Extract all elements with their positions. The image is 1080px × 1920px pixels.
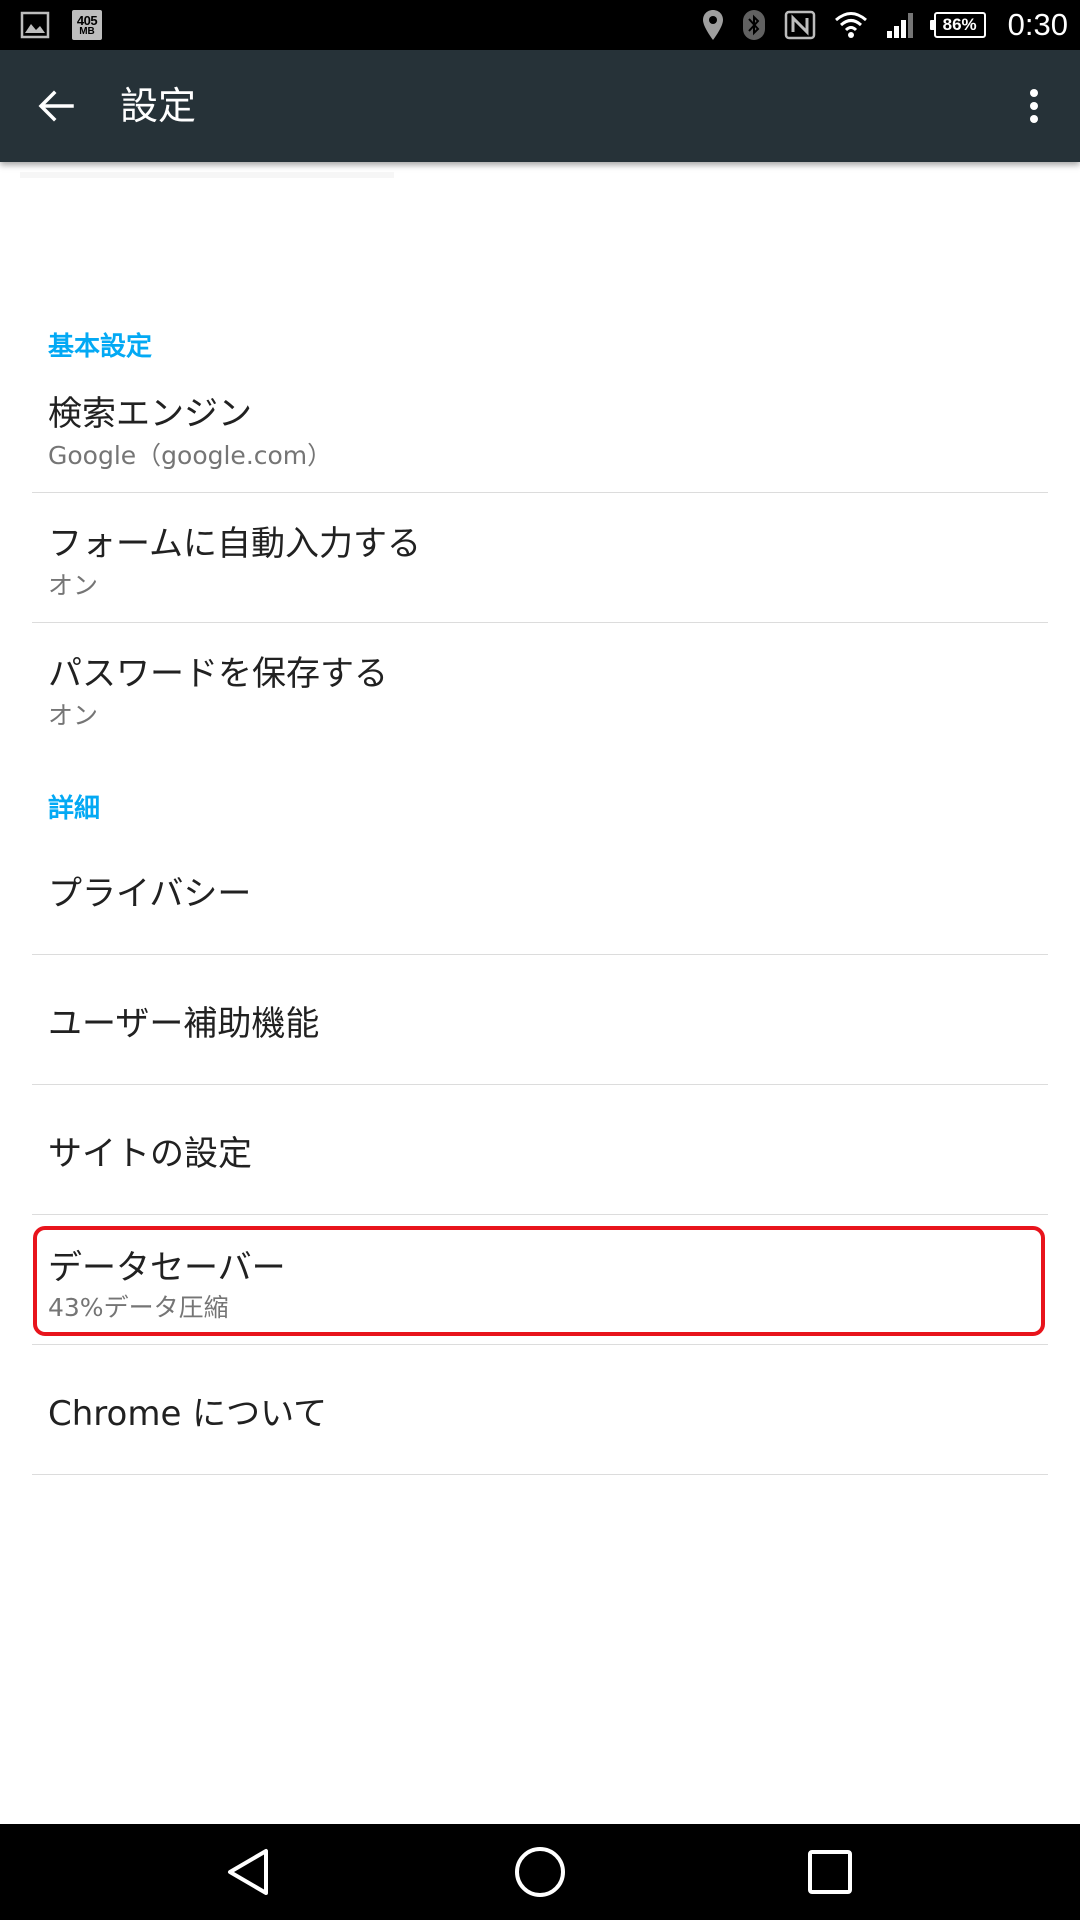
navigation-bar — [0, 1824, 1080, 1920]
more-vert-icon — [1030, 89, 1038, 123]
battery-percent: 86% — [942, 15, 977, 34]
nfc-icon — [784, 10, 815, 40]
image-icon — [20, 11, 50, 39]
nav-back-button[interactable] — [208, 1838, 288, 1906]
location-icon — [702, 10, 723, 40]
nav-recents-button[interactable] — [790, 1838, 870, 1906]
list-item-autofill[interactable]: フォームに自動入力する オン — [32, 508, 1048, 622]
item-subtitle: オン — [48, 571, 99, 600]
list-item-site-settings[interactable]: サイトの設定 — [32, 1100, 1048, 1214]
arrow-back-icon — [38, 90, 74, 122]
back-button[interactable] — [28, 78, 84, 134]
bluetooth-icon — [742, 10, 765, 40]
section-header-basic: 基本設定 — [48, 332, 153, 362]
nav-home-button[interactable] — [500, 1838, 580, 1906]
ghost-divider — [20, 172, 394, 178]
recents-square-icon — [808, 1850, 852, 1894]
overflow-menu-button[interactable] — [1006, 78, 1062, 134]
item-title: サイトの設定 — [48, 1134, 252, 1174]
list-item-about-chrome[interactable]: Chrome について — [32, 1360, 1048, 1474]
divider — [32, 1474, 1048, 1475]
item-subtitle: 43%データ圧縮 — [48, 1293, 229, 1322]
item-title: フォームに自動入力する — [48, 524, 421, 564]
item-title: Chrome について — [48, 1394, 328, 1434]
status-bar: 405 MB 86% 0:30 — [0, 0, 1080, 50]
divider — [32, 1214, 1048, 1215]
status-time: 0:30 — [1007, 7, 1068, 42]
page-title: 設定 — [120, 84, 197, 128]
divider — [32, 622, 1048, 623]
toolbar: 設定 — [0, 50, 1080, 162]
item-title: パスワードを保存する — [48, 654, 388, 694]
divider — [32, 1344, 1048, 1345]
list-item-save-passwords[interactable]: パスワードを保存する オン — [32, 638, 1048, 752]
data-usage-unit: MB — [79, 25, 95, 37]
back-triangle-icon — [228, 1849, 268, 1895]
item-title: プライバシー — [48, 874, 252, 914]
data-usage-icon: 405 MB — [72, 10, 102, 40]
settings-screen: 405 MB 86% 0:30 設定 基本設定 検索エンジン Google（go… — [0, 0, 1080, 1920]
item-subtitle: Google（google.com） — [48, 441, 333, 470]
item-title: 検索エンジン — [48, 394, 252, 434]
item-title: ユーザー補助機能 — [48, 1004, 320, 1044]
status-right-icons: 86% 0:30 — [702, 0, 1068, 50]
data-usage-number: 405 — [76, 12, 98, 28]
divider — [32, 492, 1048, 493]
battery-icon: 86% — [929, 12, 986, 38]
divider — [32, 1084, 1048, 1085]
item-subtitle: オン — [48, 701, 99, 730]
status-left-icons: 405 MB — [20, 8, 102, 42]
list-item-search-engine[interactable]: 検索エンジン Google（google.com） — [32, 378, 1048, 492]
section-header-advanced: 詳細 — [48, 794, 101, 824]
cell-signal-icon — [886, 13, 913, 38]
item-title: データセーバー — [48, 1248, 286, 1288]
list-item-privacy[interactable]: プライバシー — [32, 840, 1048, 954]
home-circle-icon — [515, 1847, 565, 1897]
list-item-accessibility[interactable]: ユーザー補助機能 — [32, 970, 1048, 1084]
list-item-data-saver[interactable]: データセーバー 43%データ圧縮 — [32, 1226, 1048, 1336]
divider — [32, 954, 1048, 955]
wifi-icon — [834, 12, 867, 38]
